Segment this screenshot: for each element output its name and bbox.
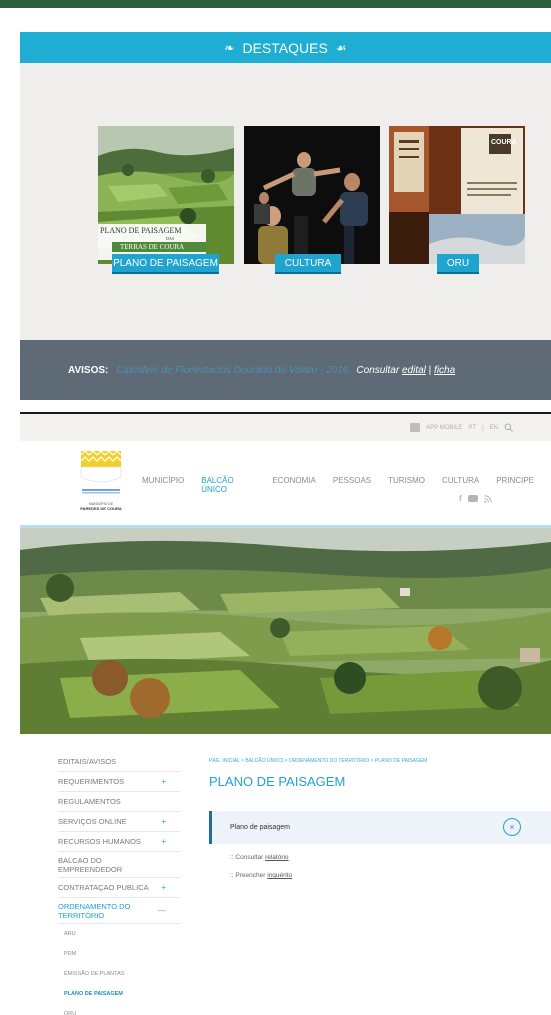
plus-icon[interactable]: + xyxy=(161,817,166,826)
rss-icon[interactable] xyxy=(483,494,492,503)
plus-icon[interactable]: + xyxy=(161,883,166,892)
sidebar-subitem-aru[interactable]: ARU xyxy=(58,924,180,944)
sidebar-item-label: EDITAIS/AVISOS xyxy=(58,757,117,766)
destaques-title: DESTAQUES xyxy=(242,39,328,56)
sidebar-item-label: ORDENAMENTO DO TERRITÓRIO xyxy=(58,901,131,920)
nav-item-municipio[interactable]: MUNICÍPIO xyxy=(142,476,184,494)
nav-item-economia[interactable]: ECONOMIA xyxy=(272,476,316,494)
nav-item-pessoas[interactable]: PESSOAS xyxy=(333,476,371,494)
sidebar-subitem-plano-paisagem[interactable]: PLANO DE PAISAGEM xyxy=(58,984,180,1004)
avisos-bar: AVISOS: Cipriafeio de Flonestaccis Doura… xyxy=(20,340,551,400)
nav-item-turismo[interactable]: TURISMO xyxy=(388,476,425,494)
sidebar: EDITAIS/AVISOS REQUERIMENTOS + REGULAMEN… xyxy=(58,752,180,1015)
avisos-consult: Consultar xyxy=(356,364,400,376)
card-cultura-image[interactable] xyxy=(244,126,380,264)
sidebar-subitem-emissao-plantas[interactable]: EMISSÃO DE PLANTAS xyxy=(58,964,180,984)
avisos-separator: | xyxy=(428,364,432,376)
accordion-title: Plano de paisagem xyxy=(230,824,290,831)
inquerito-link[interactable]: inquérito xyxy=(267,872,292,879)
card-label-oru[interactable]: ORU xyxy=(437,254,479,274)
sidebar-subitem-oru[interactable]: ORU xyxy=(58,1004,180,1015)
plus-icon[interactable]: + xyxy=(161,777,166,786)
list-item: :: Consultar relatório xyxy=(230,854,289,861)
sidebar-item-servicos-online[interactable]: SERVIÇOS ONLINE + xyxy=(58,812,180,832)
card-plano-paisagem-image[interactable]: PLANO DE PAISAGEM DAS TERRAS DE COURA xyxy=(98,126,234,264)
avisos-edital-link[interactable]: edital xyxy=(402,365,426,376)
sidebar-item-contratacao-publica[interactable]: CONTRATAÇAO PUBLICA + xyxy=(58,878,180,898)
card-oru-image[interactable]: COURA xyxy=(389,126,525,264)
lang-separator: | xyxy=(482,424,484,431)
accordion-header[interactable]: Plano de paisagem xyxy=(209,811,551,844)
lang-en[interactable]: EN xyxy=(490,425,498,431)
sidebar-item-label: REQUERIMENTOS xyxy=(58,777,125,786)
card-caption-line3: TERRAS DE COURA xyxy=(120,243,185,251)
sidebar-item-label: REGULAMENTOS xyxy=(58,797,121,806)
sidebar-item-label: RECURSOS HUMANOS xyxy=(58,837,141,846)
collapse-icon[interactable]: — xyxy=(158,906,166,915)
avisos-label: AVISOS: xyxy=(68,364,109,376)
lang-pt[interactable]: PT xyxy=(468,425,476,431)
social-links: f xyxy=(459,494,492,503)
breadcrumb[interactable]: PÁG. INICIAL > BALCÃO ÚNICO > ORDENAMENT… xyxy=(209,758,427,764)
main-nav: MUNICÍPIO BALCÃO ÚNICO ECONOMIA PESSOAS … xyxy=(142,476,551,494)
phone-icon xyxy=(410,423,421,432)
relatorio-link[interactable]: relatório xyxy=(265,854,288,861)
facebook-icon[interactable]: f xyxy=(459,494,462,503)
card-caption-line2: DAS xyxy=(166,236,175,241)
list-item: :: Preencher inquérito xyxy=(230,872,292,879)
utility-bar: APP MOBILE PT | EN xyxy=(20,414,551,441)
sidebar-item-ordenamento-territorio[interactable]: ORDENAMENTO DO TERRITÓRIO — xyxy=(58,898,180,924)
destaques-header: ❧ DESTAQUES ☙ xyxy=(20,32,551,63)
leaf-icon: ❧ xyxy=(224,40,235,55)
page-title: PLANO DE PAISAGEM xyxy=(209,774,346,789)
page: ❧ DESTAQUES ☙ PLANO DE PAISAGEM DAS TERR… xyxy=(0,0,551,1015)
avisos-ficha-link[interactable]: ficha xyxy=(434,365,455,376)
avisos-text[interactable]: Cipriafeio de Flonestaccis Dourado do Va… xyxy=(116,365,348,376)
sidebar-item-recursos-humanos[interactable]: RECURSOS HUMANOS + xyxy=(58,832,180,852)
nav-item-principe[interactable]: PRINCIPE xyxy=(496,476,534,494)
card-label-plano-paisagem[interactable]: PLANO DE PAISAGEM xyxy=(112,254,219,274)
section-gap xyxy=(0,400,551,412)
hero-landscape-image xyxy=(20,528,551,734)
youtube-icon[interactable] xyxy=(467,495,478,502)
sidebar-item-label: SERVIÇOS ONLINE xyxy=(58,817,127,826)
nav-item-balcao-unico[interactable]: BALCÃO ÚNICO xyxy=(201,476,255,494)
destaques-top-spacer xyxy=(20,8,551,32)
sidebar-subitem-pdm[interactable]: PDM xyxy=(58,944,180,964)
plus-icon[interactable]: + xyxy=(161,837,166,846)
list-item-prefix: :: Preencher xyxy=(230,872,266,879)
sidebar-item-editais[interactable]: EDITAIS/AVISOS xyxy=(58,752,180,772)
sidebar-item-regulamentos[interactable]: REGULAMENTOS xyxy=(58,792,180,812)
close-circle-icon[interactable]: × xyxy=(503,818,521,836)
list-item-prefix: :: Consultar xyxy=(230,854,264,861)
sidebar-item-label: BALCAO DO EMPREENDEDOR xyxy=(58,855,123,874)
search-icon[interactable] xyxy=(504,423,513,432)
logo[interactable]: MUNICÍPIO DE PAREDES DE COURA xyxy=(80,450,122,515)
leaf-icon: ☙ xyxy=(335,40,347,55)
card-caption-line1: PLANO DE PAISAGEM xyxy=(100,226,182,235)
sidebar-item-requerimentos[interactable]: REQUERIMENTOS + xyxy=(58,772,180,792)
top-green-strip xyxy=(0,0,551,8)
sidebar-item-balcao-empreendedor[interactable]: BALCAO DO EMPREENDEDOR xyxy=(58,852,180,878)
card-label-cultura[interactable]: CULTURA xyxy=(275,254,341,274)
oru-photo-text: COURA xyxy=(491,139,517,146)
app-mobile-link[interactable]: APP MOBILE xyxy=(426,425,462,431)
nav-item-cultura[interactable]: CULTURA xyxy=(442,476,479,494)
sidebar-item-label: CONTRATAÇAO PUBLICA xyxy=(58,883,149,892)
logo-line2: PAREDES DE COURA xyxy=(80,506,122,511)
